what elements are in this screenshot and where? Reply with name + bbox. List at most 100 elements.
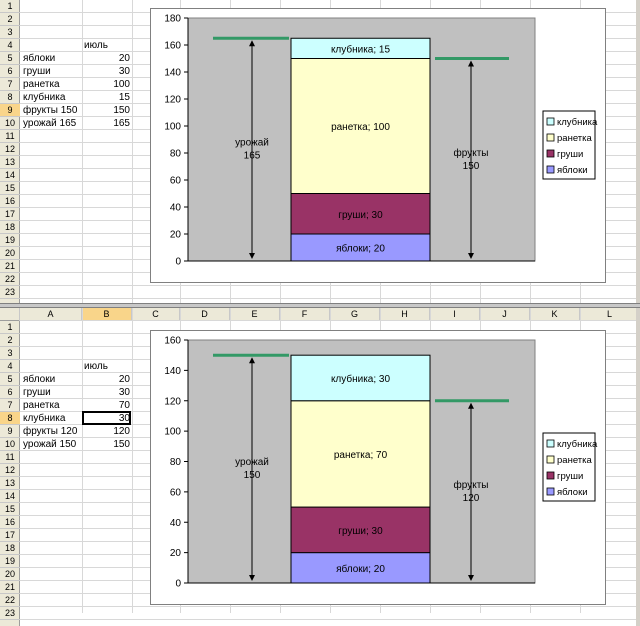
label-cell[interactable]: груши — [23, 386, 83, 399]
row-header[interactable]: 10 — [0, 117, 20, 130]
row-header[interactable]: 21 — [0, 581, 20, 594]
row-header[interactable]: 22 — [0, 273, 20, 286]
row-header[interactable]: 4 — [0, 39, 20, 52]
label-cell[interactable]: ранетка — [23, 399, 83, 412]
row-header[interactable]: 16 — [0, 516, 20, 529]
data-label: ранетка; 70 — [334, 450, 388, 461]
y-tick-label: 120 — [164, 95, 181, 106]
legend-label: груши — [557, 149, 583, 160]
corner-cell[interactable] — [0, 308, 20, 321]
row-header[interactable]: 7 — [0, 399, 20, 412]
bottom-sheet-pane: ABCDEFGHIJKL 1 2 3 4 5 6 7 8 9 10 11 12 13 14 15 16 17 18… — [0, 308, 640, 626]
vertical-scrollbar[interactable] — [636, 0, 640, 303]
selected-cell[interactable] — [82, 411, 131, 425]
value-cell[interactable]: 20 — [84, 373, 130, 386]
value-cell[interactable]: 100 — [84, 78, 130, 91]
y-tick-label: 100 — [164, 427, 181, 438]
legend[interactable]: клубника ранетка груши яблоки — [542, 110, 598, 180]
legend-label: яблоки — [557, 487, 588, 498]
row-header[interactable]: 13 — [0, 477, 20, 490]
row-header[interactable]: 10 — [0, 438, 20, 451]
legend-swatch — [546, 117, 555, 126]
value-cell[interactable]: 20 — [84, 52, 130, 65]
row-header[interactable]: 5 — [0, 373, 20, 386]
label-cell[interactable]: яблоки — [23, 52, 83, 65]
row-header[interactable]: 9 — [0, 104, 20, 117]
label-cell[interactable]: ранетка — [23, 78, 83, 91]
row-header[interactable]: 20 — [0, 247, 20, 260]
value-cell[interactable]: 165 — [84, 117, 130, 130]
row-header[interactable]: 2 — [0, 13, 20, 26]
vertical-scrollbar[interactable] — [636, 308, 640, 626]
y-tick-label: 60 — [170, 487, 182, 498]
row-header[interactable]: 19 — [0, 234, 20, 247]
column-label-cell[interactable]: июль — [84, 39, 130, 52]
row-header[interactable]: 14 — [0, 490, 20, 503]
row-header[interactable]: 1 — [0, 321, 20, 334]
label-cell[interactable]: фрукты 120 — [23, 425, 83, 438]
label-cell[interactable]: груши — [23, 65, 83, 78]
value-cell[interactable]: 150 — [84, 104, 130, 117]
row-header[interactable]: 17 — [0, 529, 20, 542]
row-header[interactable]: 12 — [0, 464, 20, 477]
row-header[interactable]: 18 — [0, 221, 20, 234]
row-header[interactable]: 11 — [0, 130, 20, 143]
legend[interactable]: клубника ранетка груши яблоки — [542, 432, 598, 502]
row-header[interactable]: 17 — [0, 208, 20, 221]
value-cell[interactable]: 30 — [84, 65, 130, 78]
y-tick-label: 40 — [170, 518, 182, 529]
row-header[interactable]: 4 — [0, 360, 20, 373]
row-header[interactable]: 15 — [0, 503, 20, 516]
chart-area[interactable]: 0 20 40 60 80 100 120 140 160 яблоки; 20 груши; 30… — [150, 330, 606, 605]
y-tick-label: 140 — [164, 366, 181, 377]
reference-label: урожай — [235, 138, 269, 149]
chart-area[interactable]: 0 20 40 60 80 100 120 140 160 180 яблоки; 20 груши;… — [150, 8, 606, 283]
y-tick-label: 120 — [164, 396, 181, 407]
row-header[interactable]: 3 — [0, 347, 20, 360]
legend-swatch — [546, 165, 555, 174]
y-tick-label: 60 — [170, 176, 182, 187]
row-header[interactable]: 23 — [0, 286, 20, 299]
row-header[interactable]: 20 — [0, 568, 20, 581]
value-cell[interactable]: 120 — [84, 425, 130, 438]
row-header[interactable]: 15 — [0, 182, 20, 195]
row-header[interactable]: 13 — [0, 156, 20, 169]
column-gridline — [82, 0, 83, 303]
value-cell[interactable]: 150 — [84, 438, 130, 451]
reference-value: 120 — [463, 493, 480, 504]
row-header[interactable]: 18 — [0, 542, 20, 555]
row-header[interactable]: 6 — [0, 65, 20, 78]
legend-swatch — [546, 487, 555, 496]
value-cell[interactable]: 30 — [84, 386, 130, 399]
row-header[interactable]: 21 — [0, 260, 20, 273]
row-header[interactable]: 1 — [0, 0, 20, 13]
row-header[interactable]: 19 — [0, 555, 20, 568]
y-tick-label: 40 — [170, 203, 182, 214]
top-sheet-pane: 1 2 3 4 5 6 7 8 9 10 11 12 13 14 15 16 17 18 19 20 21 22 23 ию… — [0, 0, 640, 303]
row-header[interactable]: 12 — [0, 143, 20, 156]
reference-value: 165 — [244, 151, 261, 162]
row-header[interactable]: 3 — [0, 26, 20, 39]
row-header[interactable]: 2 — [0, 334, 20, 347]
label-cell[interactable]: фрукты 150 — [23, 104, 83, 117]
row-header[interactable]: 9 — [0, 425, 20, 438]
row-header[interactable]: 23 — [0, 607, 20, 620]
label-cell[interactable]: клубника — [23, 412, 83, 425]
row-header[interactable]: 22 — [0, 594, 20, 607]
y-tick-label: 20 — [170, 548, 182, 559]
row-header[interactable]: 6 — [0, 386, 20, 399]
column-label-cell[interactable]: июль — [84, 360, 130, 373]
row-header[interactable]: 8 — [0, 412, 20, 425]
label-cell[interactable]: клубника — [23, 91, 83, 104]
row-header[interactable]: 11 — [0, 451, 20, 464]
row-header[interactable]: 5 — [0, 52, 20, 65]
row-header[interactable]: 8 — [0, 91, 20, 104]
row-header[interactable]: 16 — [0, 195, 20, 208]
row-header[interactable]: 7 — [0, 78, 20, 91]
label-cell[interactable]: урожай 150 — [23, 438, 83, 451]
data-label: ранетка; 100 — [331, 122, 390, 133]
label-cell[interactable]: урожай 165 — [23, 117, 83, 130]
value-cell[interactable]: 15 — [84, 91, 130, 104]
row-header[interactable]: 14 — [0, 169, 20, 182]
label-cell[interactable]: яблоки — [23, 373, 83, 386]
